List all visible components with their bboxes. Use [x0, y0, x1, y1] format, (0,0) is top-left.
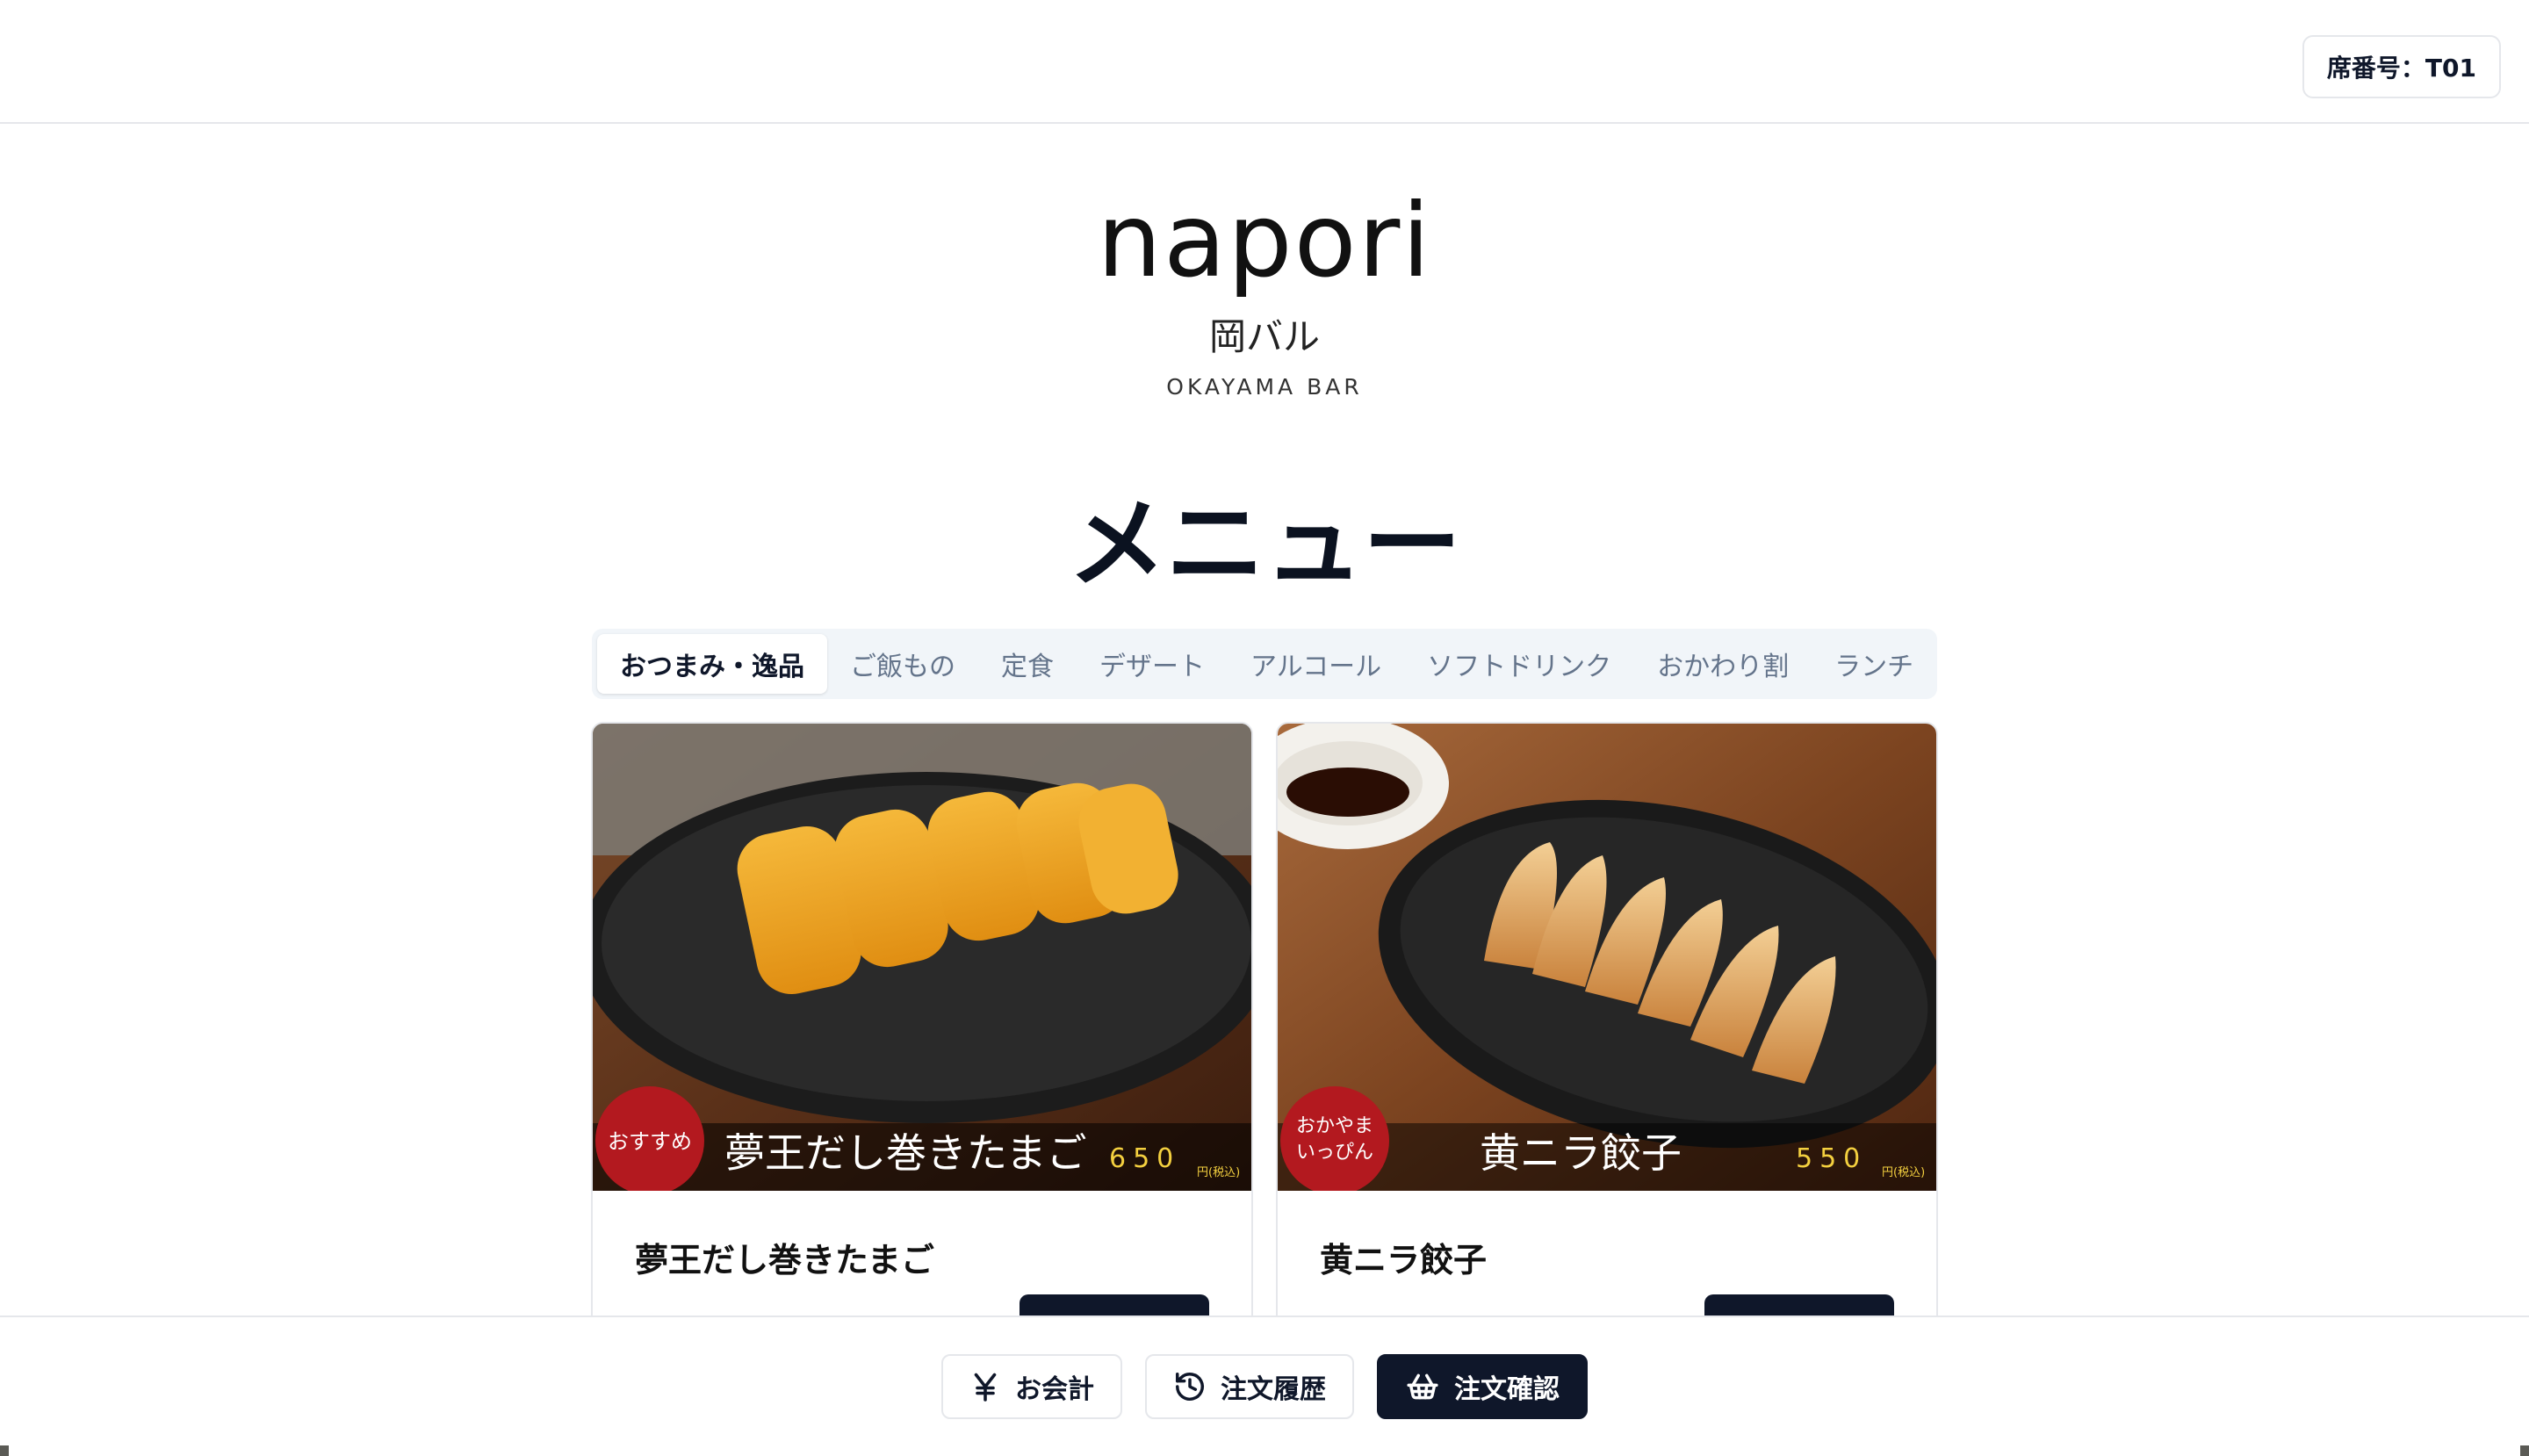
- order-history-button[interactable]: 注文履歴: [1145, 1354, 1354, 1419]
- tab-alcohol[interactable]: アルコール: [1228, 634, 1404, 694]
- checkout-button[interactable]: お会計: [941, 1354, 1122, 1419]
- menu-item-name: 夢王だし巻きたまご: [635, 1241, 934, 1279]
- photo-price-text: 650: [1109, 1143, 1180, 1174]
- window-corner-right: [2520, 1445, 2529, 1456]
- menu-item-name: 黄ニラ餃子: [1320, 1241, 1488, 1279]
- photo-tax-text: 円(税込): [1197, 1166, 1240, 1179]
- menu-item-card[interactable]: おかやま いっぴん 黄ニラ餃子 550 円(税込) 黄ニラ餃子: [1276, 722, 1938, 1337]
- order-confirm-label: 注文確認: [1454, 1374, 1560, 1405]
- brand-subtitle: 岡バル: [1208, 315, 1320, 358]
- window-corner-left: [0, 1445, 9, 1456]
- order-confirm-button[interactable]: 注文確認: [1377, 1354, 1588, 1419]
- brand-english: OKAYAMA BAR: [1166, 374, 1363, 400]
- menu-item-card[interactable]: おすすめ 夢王だし巻きたまご 650 円(税込) 夢王だし巻きたまご: [591, 722, 1253, 1337]
- yen-icon: [969, 1371, 1001, 1402]
- bottom-action-bar: お会計 注文履歴 注文確認: [0, 1315, 2529, 1456]
- tab-otsumami[interactable]: おつまみ・逸品: [597, 634, 827, 694]
- menu-title: メニュー: [1068, 487, 1461, 602]
- photo-title-text: 夢王だし巻きたまご: [724, 1129, 1087, 1177]
- photo-price-text: 550: [1796, 1143, 1867, 1174]
- tab-soft-drink[interactable]: ソフトドリンク: [1404, 634, 1634, 694]
- menu-item-photo: おかやま いっぴん 黄ニラ餃子 550 円(税込): [1278, 724, 1936, 1191]
- order-history-label: 注文履歴: [1221, 1374, 1326, 1405]
- checkout-label: お会計: [1015, 1374, 1094, 1405]
- photo-badge-text: おすすめ: [608, 1129, 692, 1154]
- category-tabs: おつまみ・逸品 ご飯もの 定食 デザート アルコール ソフトドリンク おかわり割…: [592, 629, 1937, 699]
- top-bar: 席番号：T01: [0, 0, 2529, 124]
- seat-number-badge: 席番号：T01: [2302, 35, 2501, 98]
- brand-name: napori: [1097, 182, 1432, 300]
- tab-okawari[interactable]: おかわり割: [1634, 634, 1812, 694]
- brand-header: napori 岡バル OKAYAMA BAR: [0, 176, 2529, 400]
- tab-dessert[interactable]: デザート: [1077, 634, 1228, 694]
- tab-lunch[interactable]: ランチ: [1812, 634, 1936, 694]
- menu-item-photo: おすすめ 夢王だし巻きたまご 650 円(税込): [593, 724, 1251, 1191]
- tab-teishoku[interactable]: 定食: [978, 634, 1077, 694]
- history-icon: [1173, 1370, 1207, 1403]
- photo-title-text: 黄ニラ餃子: [1480, 1129, 1682, 1177]
- photo-badge-text-line2: いっぴん: [1296, 1142, 1373, 1164]
- basket-icon: [1405, 1370, 1440, 1403]
- photo-tax-text: 円(税込): [1882, 1166, 1925, 1179]
- photo-badge-text-line1: おかやま: [1296, 1115, 1373, 1137]
- tab-gohanmono[interactable]: ご飯もの: [827, 634, 978, 694]
